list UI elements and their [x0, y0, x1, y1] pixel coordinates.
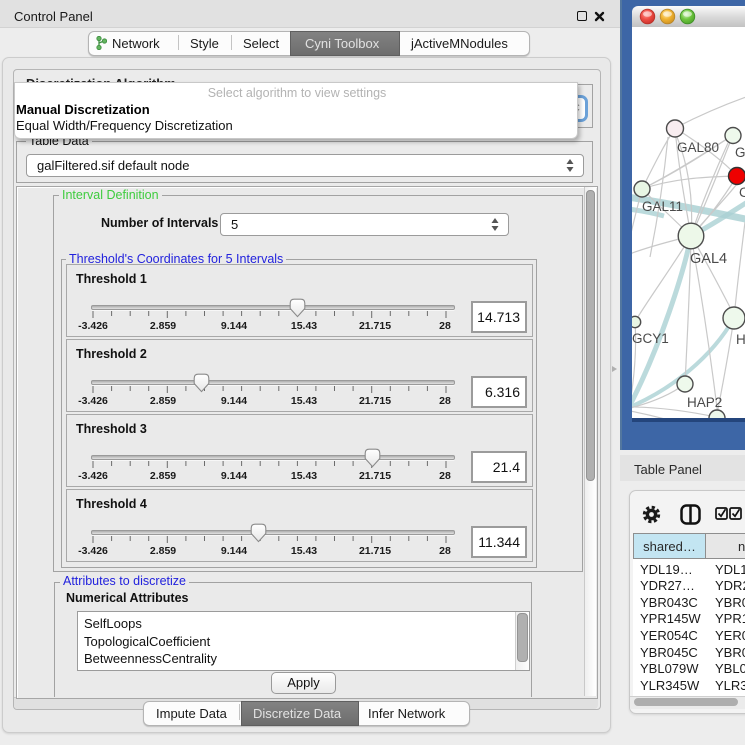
svg-text:GAL80: GAL80 — [677, 140, 719, 155]
svg-text:GAL4: GAL4 — [690, 251, 727, 267]
svg-text:GAL11: GAL11 — [642, 199, 683, 214]
svg-text:HAP2: HAP2 — [687, 395, 722, 410]
svg-text:H: H — [736, 332, 745, 347]
svg-text:C: C — [739, 185, 745, 200]
svg-text:GCY1: GCY1 — [632, 331, 669, 346]
svg-text:GA: GA — [735, 145, 745, 160]
